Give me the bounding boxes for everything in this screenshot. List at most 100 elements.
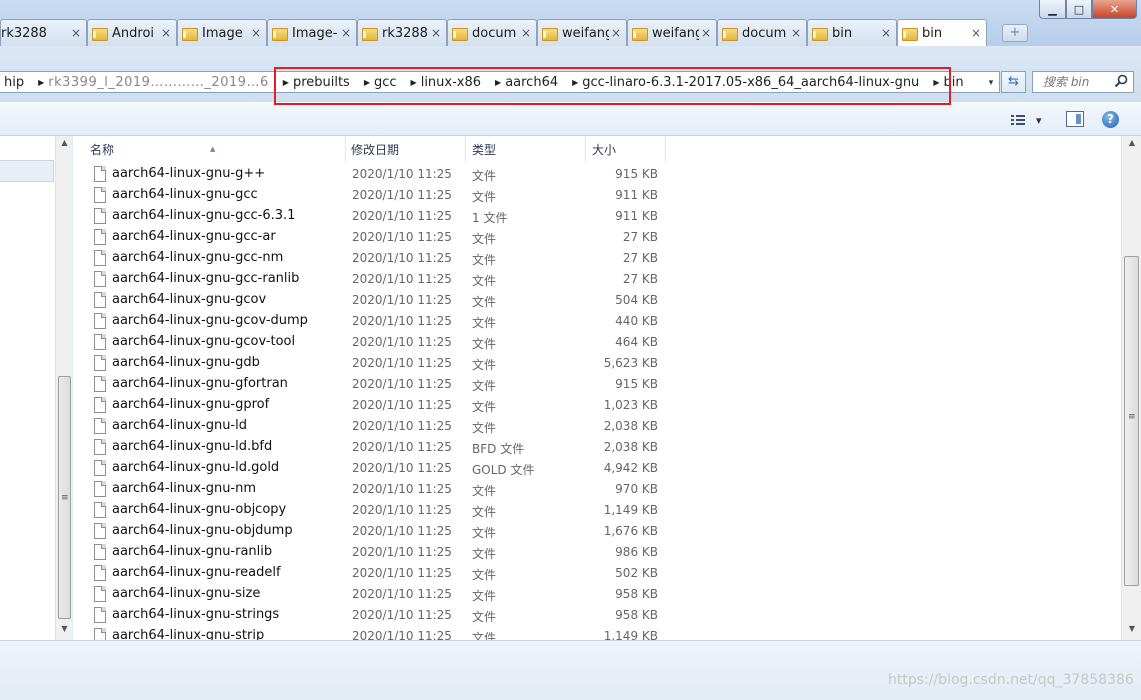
breadcrumb-label: prebuilts [292,74,350,90]
file-row[interactable]: aarch64-linux-gnu-ld.gold 2020/1/10 11:25… [73,458,1121,479]
close-tab-icon[interactable]: × [69,26,83,40]
file-row[interactable]: aarch64-linux-gnu-gdb 2020/1/10 11:25 文件 5,… [73,353,1121,374]
maximize-button[interactable]: □ [1066,0,1092,19]
breadcrumb-arrow-icon[interactable]: ▶ [405,78,417,87]
close-window-button[interactable]: ✕ [1092,0,1137,19]
breadcrumb-arrow-icon[interactable]: ▶ [489,78,501,87]
file-type: 文件 [472,505,497,519]
file-row[interactable]: aarch64-linux-gnu-gprof 2020/1/10 11:25 文件… [73,395,1121,416]
close-tab-icon[interactable]: × [429,26,443,40]
file-type: 文件 [472,631,497,640]
tab-6[interactable]: docum × [447,19,537,46]
tab-1[interactable]: rk3288 × [0,19,87,46]
close-tab-icon[interactable]: × [249,26,263,40]
file-size: 27 KB [622,251,658,265]
tab-4[interactable]: Image- × [267,19,357,46]
tab-11[interactable]: bin × [897,19,987,46]
file-size: 958 KB [615,587,658,601]
nav-selected-item[interactable] [0,160,54,182]
tab-2[interactable]: Androi × [87,19,177,46]
breadcrumb-item[interactable]: ▶ prebuilts [277,75,358,90]
search-icon[interactable] [1113,73,1129,89]
breadcrumb-item[interactable]: ▶ bin [927,75,971,90]
breadcrumb-arrow-icon[interactable]: ▶ [32,78,44,87]
breadcrumb-arrow-icon[interactable]: ▶ [358,78,370,87]
file-row[interactable]: aarch64-linux-gnu-gcov 2020/1/10 11:25 文件 5… [73,290,1121,311]
file-row[interactable]: aarch64-linux-gnu-gcc 2020/1/10 11:25 文件 91… [73,185,1121,206]
file-size: 970 KB [615,482,658,496]
file-row[interactable]: aarch64-linux-gnu-gcov-tool 2020/1/10 11:… [73,332,1121,353]
breadcrumb-item[interactable]: ▶ gcc-linaro-6.3.1-2017.05-x86_64_aarch64… [566,75,927,90]
file-row[interactable]: aarch64-linux-gnu-gcc-ranlib 2020/1/10 11… [73,269,1121,290]
file-row[interactable]: aarch64-linux-gnu-gcc-6.3.1 2020/1/10 11:… [73,206,1121,227]
close-tab-icon[interactable]: × [159,26,173,40]
file-row[interactable]: aarch64-linux-gnu-gfortran 2020/1/10 11:2… [73,374,1121,395]
breadcrumb-item[interactable]: hip [0,75,32,90]
file-icon [94,271,106,287]
close-tab-icon[interactable]: × [969,26,983,40]
new-tab-button[interactable]: + [1002,24,1028,42]
close-tab-icon[interactable]: × [519,26,533,40]
address-bar[interactable]: hip ▶ rk3399_l_2019…………_2019…6 ▶ prebuilts ▶ g… [0,71,1000,93]
close-tab-icon[interactable]: × [609,26,623,40]
file-date: 2020/1/10 11:25 [352,314,452,328]
file-row[interactable]: aarch64-linux-gnu-ranlib 2020/1/10 11:25 文… [73,542,1121,563]
file-name: aarch64-linux-gnu-gcc-ar [112,229,276,244]
file-list-scrollbar[interactable]: ▲ ≡ ▼ [1121,136,1141,640]
close-tab-icon[interactable]: × [339,26,353,40]
column-type[interactable]: 类型 [466,136,586,162]
change-view-button[interactable]: ▾ [1010,111,1050,129]
column-name[interactable]: ▲ 名称 [73,136,346,162]
file-name: aarch64-linux-gnu-g++ [112,166,266,181]
breadcrumb-arrow-icon[interactable]: ▶ [277,78,289,87]
file-row[interactable]: aarch64-linux-gnu-ld.bfd 2020/1/10 11:25 B… [73,437,1121,458]
address-history-dropdown-icon[interactable]: ▾ [984,76,998,90]
scroll-up-icon[interactable]: ▲ [56,138,73,147]
file-row[interactable]: aarch64-linux-gnu-g++ 2020/1/10 11:25 文件 91… [73,164,1121,185]
tab-8[interactable]: weifang × [627,19,717,46]
file-row[interactable]: aarch64-linux-gnu-strip 2020/1/10 11:25 文件… [73,626,1121,640]
minimize-button[interactable]: ▁ [1039,0,1066,19]
breadcrumb-item[interactable]: ▶ aarch64 [489,75,566,90]
breadcrumb-arrow-icon[interactable]: ▶ [927,78,939,87]
tab-3[interactable]: Image × [177,19,267,46]
column-size[interactable]: 大小 [586,136,666,162]
breadcrumb-item[interactable]: ▶ linux-x86 [405,75,489,90]
file-row[interactable]: aarch64-linux-gnu-readelf 2020/1/10 11:25… [73,563,1121,584]
file-row[interactable]: aarch64-linux-gnu-gcov-dump 2020/1/10 11:… [73,311,1121,332]
refresh-button[interactable]: ⇆ [1001,71,1026,93]
file-date: 2020/1/10 11:25 [352,629,452,640]
tab-5[interactable]: rk3288 × [357,19,447,46]
file-type: 文件 [472,610,497,624]
scroll-down-icon[interactable]: ▼ [56,624,73,633]
preview-pane-button[interactable] [1066,111,1084,127]
breadcrumb-arrow-icon[interactable]: ▶ [566,78,578,87]
tab-9[interactable]: docum × [717,19,807,46]
breadcrumb-item[interactable]: ▶ rk3399_l_2019…………_2019…6 [32,75,277,90]
tab-10[interactable]: bin × [807,19,897,46]
column-date[interactable]: 修改日期 [346,136,466,162]
nav-scroll-thumb[interactable]: ≡ [58,376,71,619]
close-tab-icon[interactable]: × [699,26,713,40]
close-tab-icon[interactable]: × [789,26,803,40]
nav-scrollbar[interactable]: ▲ ≡ ▼ [55,136,72,640]
file-row[interactable]: aarch64-linux-gnu-objcopy 2020/1/10 11:25… [73,500,1121,521]
file-row[interactable]: aarch64-linux-gnu-strings 2020/1/10 11:25… [73,605,1121,626]
column-type-label: 类型 [472,143,497,157]
tab-7[interactable]: weifang × [537,19,627,46]
scroll-up-icon[interactable]: ▲ [1122,138,1141,147]
help-button[interactable]: ? [1102,111,1119,128]
scroll-down-icon[interactable]: ▼ [1122,624,1141,633]
file-row[interactable]: aarch64-linux-gnu-ld 2020/1/10 11:25 文件 2,0… [73,416,1121,437]
breadcrumb-item[interactable]: ▶ gcc [358,75,405,90]
file-list-scroll-thumb[interactable]: ≡ [1124,256,1139,586]
file-type: 文件 [472,253,497,267]
file-date: 2020/1/10 11:25 [352,188,452,202]
file-row[interactable]: aarch64-linux-gnu-objdump 2020/1/10 11:25… [73,521,1121,542]
file-row[interactable]: aarch64-linux-gnu-gcc-ar 2020/1/10 11:25 文… [73,227,1121,248]
file-row[interactable]: aarch64-linux-gnu-size 2020/1/10 11:25 文件 9… [73,584,1121,605]
file-row[interactable]: aarch64-linux-gnu-nm 2020/1/10 11:25 文件 970… [73,479,1121,500]
file-row[interactable]: aarch64-linux-gnu-gcc-nm 2020/1/10 11:25 文… [73,248,1121,269]
folder-icon [92,27,108,41]
close-tab-icon[interactable]: × [879,26,893,40]
